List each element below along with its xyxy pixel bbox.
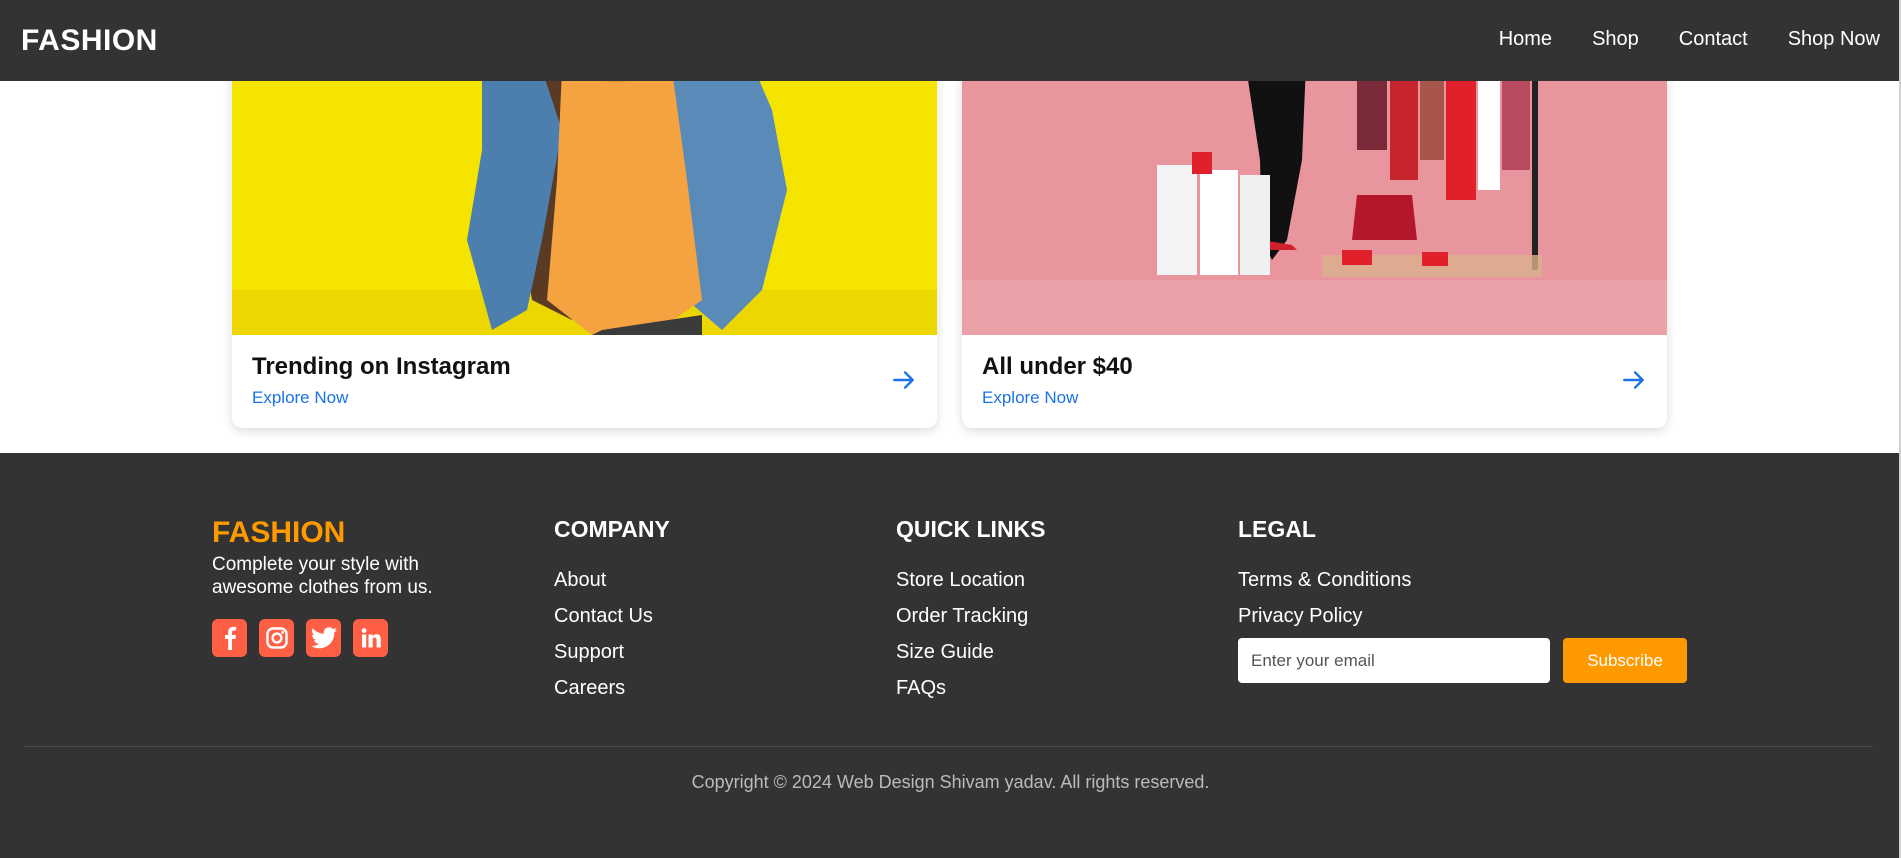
social-links (212, 619, 388, 657)
arrow-right-icon[interactable] (891, 367, 917, 393)
footer-heading: COMPANY (554, 516, 670, 542)
email-input[interactable] (1238, 638, 1550, 683)
instagram-icon[interactable] (259, 619, 294, 657)
footer-col-quick-links: QUICK LINKS Store Location Order Trackin… (896, 516, 1046, 713)
subscribe-button[interactable]: Subscribe (1563, 638, 1687, 683)
site-footer: FASHION Complete your style with awesome… (0, 453, 1901, 858)
brand-logo[interactable]: FASHION (21, 24, 158, 58)
card-title: All under $40 (982, 353, 1133, 380)
footer-col-company: COMPANY About Contact Us Support Careers (554, 516, 670, 713)
nav-contact[interactable]: Contact (1679, 28, 1748, 51)
nav-home[interactable]: Home (1499, 28, 1552, 51)
footer-brand: FASHION (212, 516, 346, 549)
footer-link-size-guide[interactable]: Size Guide (896, 641, 1046, 677)
footer-heading: QUICK LINKS (896, 516, 1046, 542)
facebook-icon[interactable] (212, 619, 247, 657)
site-header: FASHION Home Shop Contact Shop Now (0, 0, 1901, 81)
footer-tagline: Complete your style with awesome clothes… (212, 554, 433, 598)
footer-link-careers[interactable]: Careers (554, 677, 670, 713)
footer-link-store-location[interactable]: Store Location (896, 569, 1046, 605)
footer-heading: LEGAL (1238, 516, 1316, 542)
explore-now-link[interactable]: Explore Now (252, 388, 348, 408)
twitter-icon[interactable] (306, 619, 341, 657)
main-nav: Home Shop Contact Shop Now (1499, 28, 1880, 51)
copyright-text: Copyright © 2024 Web Design Shivam yadav… (691, 772, 1210, 792)
card-image-trending (232, 40, 937, 335)
footer-link-order-tracking[interactable]: Order Tracking (896, 605, 1046, 641)
subscribe-form: Subscribe (1238, 638, 1687, 683)
nav-shop-now[interactable]: Shop Now (1788, 28, 1880, 51)
footer-link-terms[interactable]: Terms & Conditions (1238, 569, 1411, 605)
footer-divider (24, 746, 1873, 747)
arrow-right-icon[interactable] (1621, 367, 1647, 393)
footer-link-support[interactable]: Support (554, 641, 670, 677)
footer-link-about[interactable]: About (554, 569, 670, 605)
card-image-under-40 (962, 40, 1667, 335)
nav-shop[interactable]: Shop (1592, 28, 1639, 51)
footer-col-legal: LEGAL Terms & Conditions Privacy Policy (1238, 516, 1411, 641)
footer-link-contact-us[interactable]: Contact Us (554, 605, 670, 641)
product-card-under-40[interactable]: All under $40 Explore Now (962, 40, 1667, 428)
footer-link-privacy[interactable]: Privacy Policy (1238, 605, 1411, 641)
card-title: Trending on Instagram (252, 353, 511, 380)
explore-now-link[interactable]: Explore Now (982, 388, 1078, 408)
footer-link-faqs[interactable]: FAQs (896, 677, 1046, 713)
product-card-trending[interactable]: Trending on Instagram Explore Now (232, 40, 937, 428)
linkedin-icon[interactable] (353, 619, 388, 657)
